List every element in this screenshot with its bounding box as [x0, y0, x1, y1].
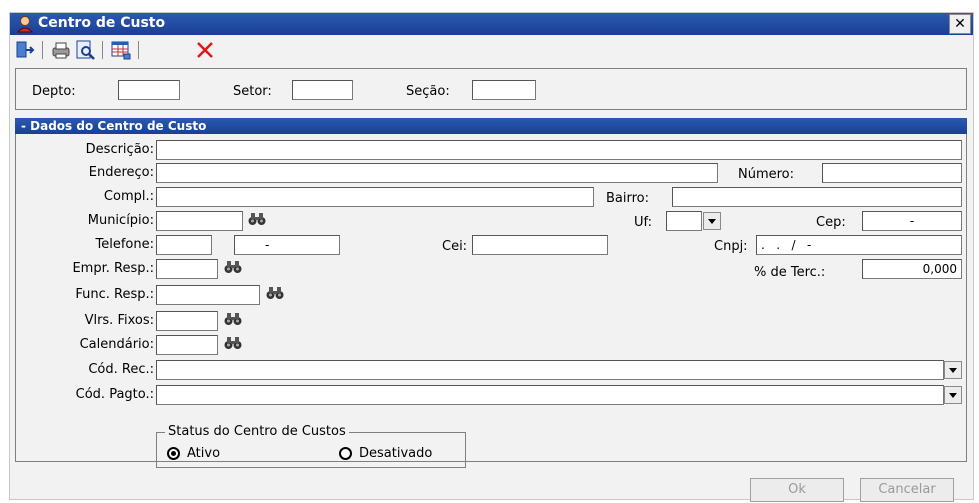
binoculars-icon[interactable] — [224, 312, 242, 326]
terc-input[interactable] — [862, 259, 962, 279]
secao-input[interactable] — [472, 80, 536, 100]
app-person-icon — [16, 16, 34, 33]
setor-input[interactable] — [292, 80, 353, 100]
calendario-input[interactable] — [156, 335, 218, 355]
bairro-label: Bairro: — [606, 191, 650, 206]
uf-dropdown-button[interactable] — [703, 212, 721, 230]
cnpj-label: Cnpj: — [714, 239, 748, 254]
toolbar-separator — [102, 41, 103, 59]
compl-label: Compl.: — [103, 189, 154, 204]
uf-label: Uf: — [634, 215, 653, 230]
centro-de-custo-window: Centro de Custo ✕ Depto: Setor: Seção: -… — [9, 12, 974, 502]
numero-input[interactable] — [822, 163, 962, 183]
telefone-input[interactable] — [234, 235, 340, 255]
empr-resp-input[interactable] — [156, 259, 218, 279]
delete-icon[interactable] — [194, 39, 216, 61]
filter-group: Depto: Setor: Seção: — [15, 68, 967, 110]
toolbar — [10, 35, 973, 63]
cancelar-button[interactable]: Cancelar — [860, 478, 954, 502]
vlrs-fixos-label: Vlrs. Fixos: — [84, 313, 154, 328]
descricao-input[interactable] — [156, 140, 962, 160]
endereco-label: Endereço: — [88, 165, 154, 180]
dados-centro-custo-panel: Descrição: Endereço: Número: Compl.: Bai… — [15, 134, 967, 462]
toolbar-separator — [138, 41, 139, 59]
cod-pagto-label: Cód. Pagto.: — [75, 387, 154, 402]
func-resp-label: Func. Resp.: — [75, 287, 154, 302]
title-bar: Centro de Custo ✕ — [10, 13, 973, 35]
setor-label: Setor: — [233, 84, 272, 99]
desativado-label: Desativado — [359, 446, 433, 461]
section-header: - Dados do Centro de Custo — [15, 118, 967, 134]
telefone-label: Telefone: — [95, 237, 155, 252]
telefone-ddd-input[interactable] — [156, 235, 212, 255]
uf-select[interactable] — [666, 211, 702, 231]
binoculars-icon[interactable] — [266, 286, 284, 300]
descricao-label: Descrição: — [85, 142, 154, 157]
ok-button[interactable]: Ok — [750, 478, 844, 502]
ativo-radio[interactable] — [167, 447, 180, 460]
cod-rec-label: Cód. Rec.: — [88, 362, 154, 377]
depto-label: Depto: — [32, 84, 76, 99]
window-title: Centro de Custo — [38, 15, 166, 31]
status-group: Status do Centro de Custos Ativo Desativ… — [156, 424, 466, 468]
binoculars-icon[interactable] — [224, 260, 242, 274]
cod-rec-select[interactable] — [156, 360, 944, 380]
cep-input[interactable] — [862, 211, 962, 231]
binoculars-icon[interactable] — [224, 336, 242, 350]
numero-label: Número: — [738, 167, 795, 182]
secao-label: Seção: — [406, 84, 450, 99]
compl-input[interactable] — [156, 187, 594, 207]
depto-input[interactable] — [118, 80, 180, 100]
vlrs-fixos-input[interactable] — [156, 311, 218, 331]
cnpj-input[interactable] — [756, 235, 962, 255]
municipio-input[interactable] — [156, 211, 243, 231]
cep-label: Cep: — [816, 215, 846, 230]
bairro-input[interactable] — [672, 187, 962, 207]
cei-input[interactable] — [472, 235, 608, 255]
empr-resp-label: Empr. Resp.: — [72, 261, 154, 276]
close-button[interactable]: ✕ — [949, 14, 971, 34]
cod-rec-dropdown-button[interactable] — [944, 361, 962, 379]
toolbar-separator — [42, 41, 43, 59]
printer-icon[interactable] — [50, 39, 72, 61]
exit-icon[interactable] — [14, 39, 36, 61]
binoculars-icon[interactable] — [248, 212, 266, 226]
cei-label: Cei: — [442, 239, 468, 254]
status-legend: Status do Centro de Custos — [165, 424, 349, 439]
ativo-label: Ativo — [187, 446, 221, 461]
endereco-input[interactable] — [156, 163, 718, 183]
desativado-radio[interactable] — [339, 447, 352, 460]
calendario-label: Calendário: — [79, 337, 154, 352]
func-resp-input[interactable] — [156, 285, 260, 305]
grid-icon[interactable] — [110, 39, 132, 61]
preview-icon[interactable] — [74, 39, 96, 61]
terc-label: % de Terc.: — [754, 265, 826, 280]
cod-pagto-dropdown-button[interactable] — [944, 386, 962, 404]
municipio-label: Município: — [87, 213, 154, 228]
cod-pagto-select[interactable] — [156, 385, 944, 405]
